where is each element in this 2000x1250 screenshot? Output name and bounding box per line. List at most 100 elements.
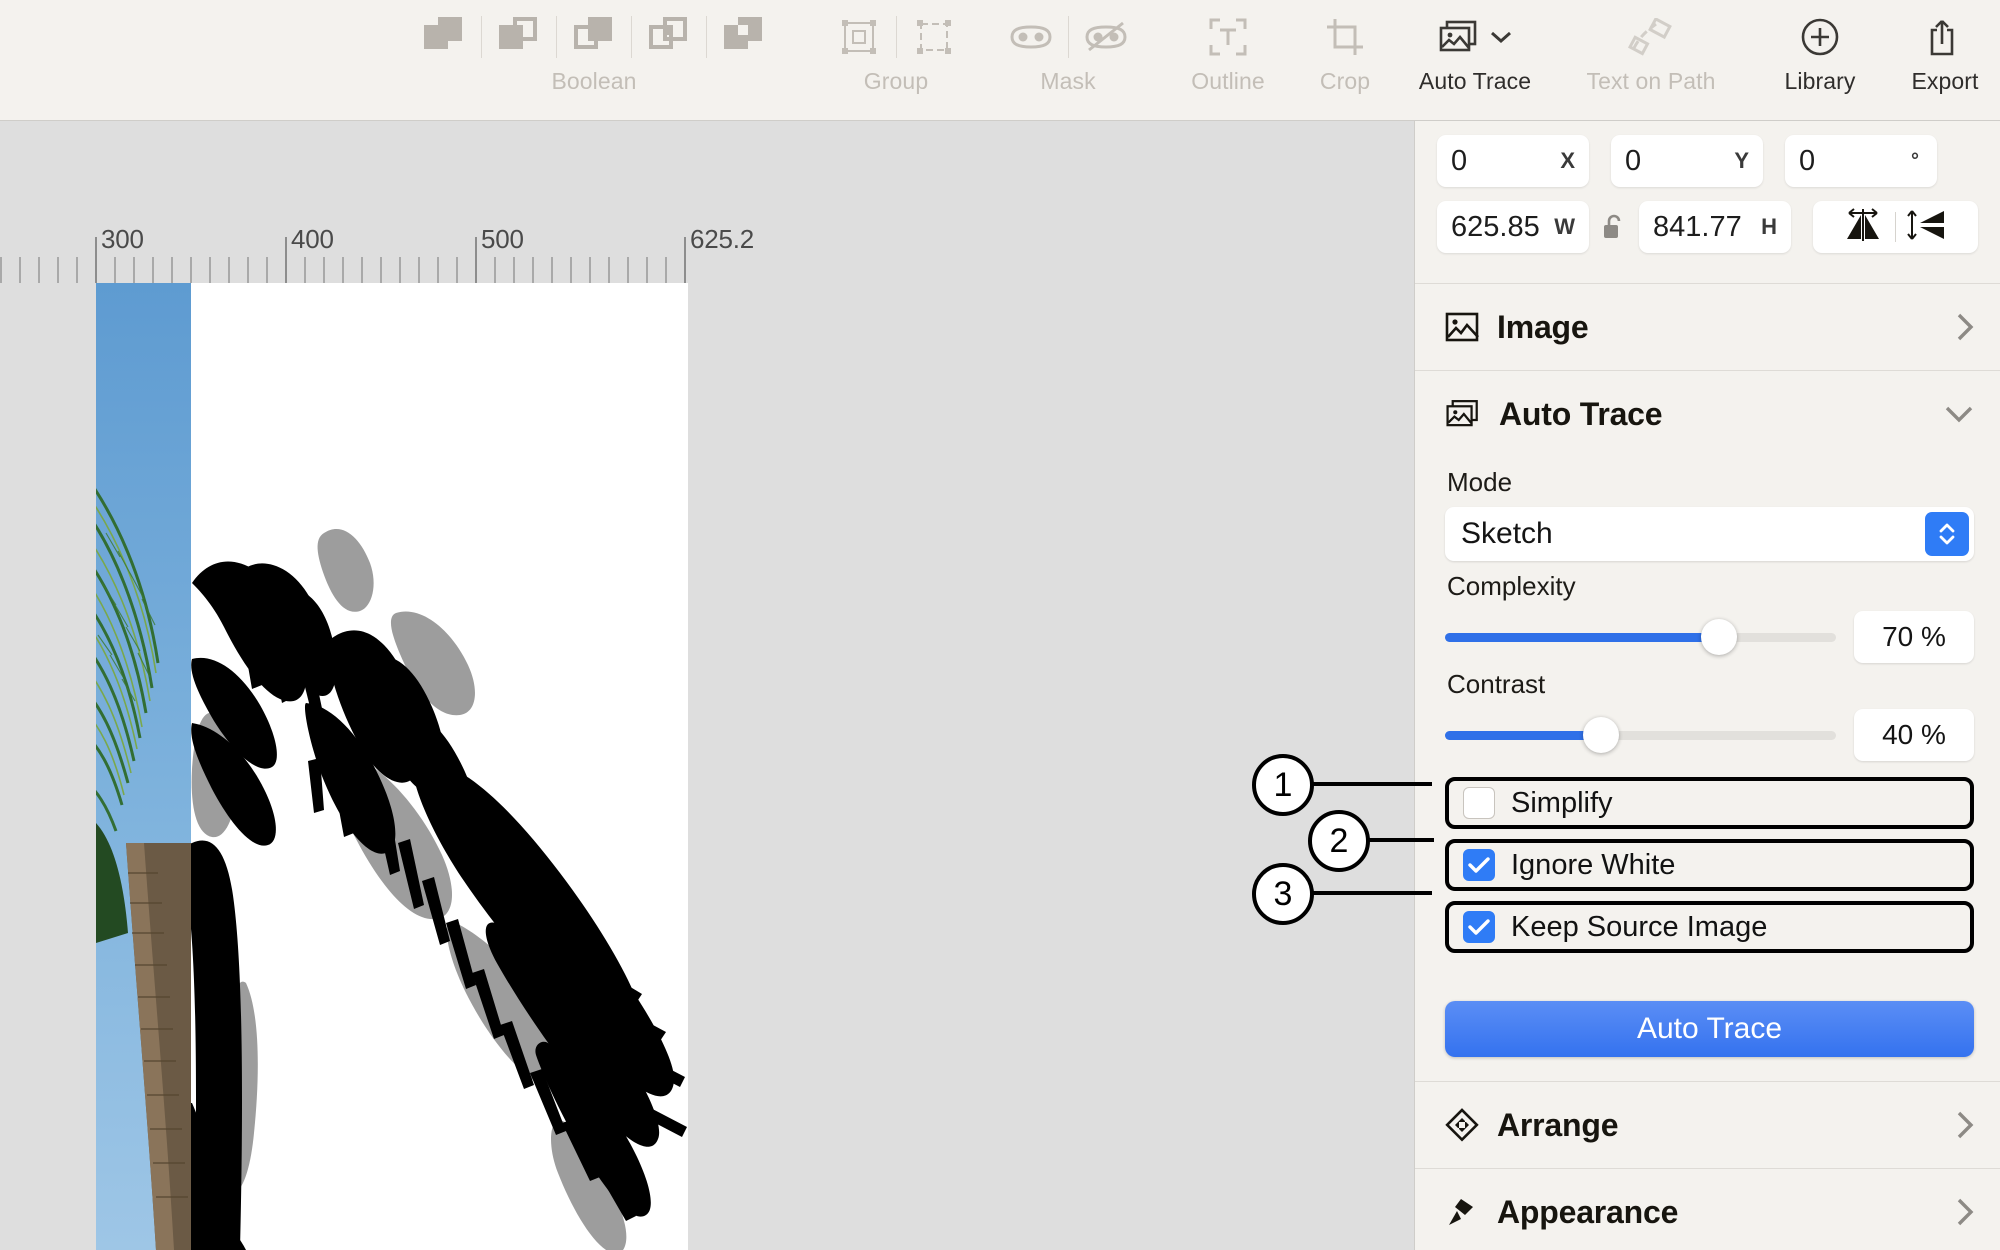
- width-unit-label: W: [1554, 214, 1575, 239]
- arrange-icon: [1445, 1108, 1479, 1142]
- degree-unit-label: °: [1911, 150, 1919, 172]
- size-row: 625.85 W 841.77 H: [1437, 201, 1978, 253]
- chevron-right-icon[interactable]: [1956, 1110, 1974, 1140]
- callout-1: 1: [1252, 754, 1314, 816]
- toolbar-label-boolean: Boolean: [551, 68, 637, 94]
- checkbox-simplify[interactable]: Simplify: [1445, 777, 1974, 829]
- group-icon[interactable]: [833, 11, 885, 63]
- checkbox-keep-source-image[interactable]: Keep Source Image: [1445, 901, 1974, 953]
- checkbox-checked-icon[interactable]: [1463, 911, 1495, 943]
- source-image-strip: [96, 283, 191, 1250]
- section-auto-trace[interactable]: Auto Trace: [1415, 371, 2000, 457]
- chevron-right-icon[interactable]: [1956, 312, 1974, 342]
- toolbar-group-export[interactable]: Export: [1890, 0, 2000, 121]
- section-appearance-title: Appearance: [1497, 1193, 1679, 1230]
- checkbox-unchecked-icon[interactable]: [1463, 787, 1495, 819]
- section-arrange[interactable]: Arrange: [1415, 1082, 2000, 1168]
- flip-controls: [1813, 201, 1978, 253]
- boolean-divide-icon[interactable]: [718, 11, 770, 63]
- ruler-label: 625.2: [690, 224, 755, 254]
- width-field[interactable]: 625.85 W: [1437, 201, 1589, 253]
- app-window: Boolean Group Mask Outline Crop Auto Tra…: [0, 0, 2000, 1250]
- height-value: 841.77: [1653, 210, 1742, 243]
- ungroup-icon[interactable]: [908, 11, 960, 63]
- mask-icon[interactable]: [1005, 11, 1057, 63]
- contrast-value[interactable]: 40 %: [1854, 709, 1974, 761]
- stepper-icon[interactable]: [1925, 512, 1969, 556]
- toolbar-label-mask: Mask: [1040, 68, 1096, 94]
- toolbar-divider: [556, 16, 557, 58]
- section-arrange-title: Arrange: [1497, 1106, 1619, 1143]
- callout-2: 2: [1308, 810, 1370, 872]
- artboard[interactable]: [96, 283, 688, 1250]
- contrast-slider-row: 40 %: [1445, 709, 1974, 761]
- height-field[interactable]: 841.77 H: [1639, 201, 1791, 253]
- callout-3: 3: [1252, 863, 1314, 925]
- checkbox-keep-source-image-label: Keep Source Image: [1511, 910, 1768, 943]
- section-appearance[interactable]: Appearance: [1415, 1169, 2000, 1250]
- unmask-icon[interactable]: [1080, 11, 1132, 63]
- plus-circle-icon[interactable]: [1794, 11, 1846, 63]
- complexity-slider[interactable]: [1445, 619, 1836, 655]
- toolbar-label-library: Library: [1784, 68, 1856, 94]
- y-field[interactable]: 0 Y: [1611, 135, 1763, 187]
- toolbar-divider: [706, 16, 707, 58]
- toolbar-label-auto-trace: Auto Trace: [1418, 68, 1532, 94]
- toolbar-label-export: Export: [1911, 68, 1979, 94]
- checkbox-checked-icon[interactable]: [1463, 849, 1495, 881]
- unlocked-padlock-icon[interactable]: [1601, 213, 1627, 241]
- rotation-value: 0: [1799, 144, 1816, 177]
- appearance-icon: [1449, 1199, 1473, 1225]
- toolbar-group-mask: Mask: [1000, 0, 1136, 121]
- mode-label: Mode: [1447, 467, 1513, 497]
- section-image-title: Image: [1497, 308, 1589, 345]
- mode-select[interactable]: Sketch: [1445, 507, 1974, 561]
- section-image[interactable]: Image: [1415, 284, 2000, 370]
- toolbar-label-outline: Outline: [1191, 68, 1265, 94]
- complexity-value[interactable]: 70 %: [1854, 611, 1974, 663]
- contrast-slider[interactable]: [1445, 717, 1836, 753]
- x-value: 0: [1451, 144, 1468, 177]
- complexity-label: Complexity: [1447, 571, 1576, 601]
- x-field[interactable]: 0 X: [1437, 135, 1589, 187]
- flip-divider: [1895, 212, 1896, 242]
- toolbar-group-outline: Outline: [1168, 0, 1288, 121]
- contrast-slider-thumb[interactable]: [1583, 717, 1620, 753]
- toolbar-group-text-on-path: Text on Path: [1566, 0, 1736, 121]
- boolean-union-icon[interactable]: [418, 11, 470, 63]
- export-icon[interactable]: [1919, 11, 1971, 63]
- flip-horizontal-icon[interactable]: [1841, 207, 1885, 248]
- rotation-field[interactable]: 0 °: [1785, 135, 1937, 187]
- complexity-slider-thumb[interactable]: [1700, 619, 1737, 655]
- flip-vertical-icon[interactable]: [1906, 207, 1950, 248]
- checkbox-ignore-white[interactable]: Ignore White: [1445, 839, 1974, 891]
- boolean-difference-icon[interactable]: [643, 11, 695, 63]
- toolbar-divider: [481, 16, 482, 58]
- width-value: 625.85: [1451, 210, 1540, 243]
- toolbar-divider: [631, 16, 632, 58]
- toolbar-label-group: Group: [863, 68, 929, 94]
- outline-text-icon[interactable]: [1202, 11, 1254, 63]
- toolbar-group-group: Group: [828, 0, 964, 121]
- chevron-right-icon[interactable]: [1956, 1197, 1974, 1227]
- image-icon: [1445, 312, 1479, 342]
- text-on-path-icon[interactable]: [1625, 11, 1677, 63]
- crop-icon[interactable]: [1319, 11, 1371, 63]
- boolean-subtract-icon[interactable]: [493, 11, 545, 63]
- toolbar-group-auto-trace[interactable]: Auto Trace: [1396, 0, 1554, 121]
- auto-trace-icon[interactable]: [1438, 11, 1512, 63]
- auto-trace-button[interactable]: Auto Trace: [1445, 1001, 1974, 1057]
- checkbox-ignore-white-label: Ignore White: [1511, 848, 1676, 881]
- ruler-label: 400: [291, 224, 334, 254]
- auto-trace-body: Mode Sketch Complexity 70 % Contrast 40 …: [1415, 457, 2000, 975]
- height-unit-label: H: [1761, 214, 1777, 239]
- x-unit-label: X: [1560, 148, 1575, 173]
- ruler-label: 500: [481, 224, 524, 254]
- horizontal-ruler[interactable]: 300 400 500 625.2: [0, 220, 1414, 283]
- canvas-area[interactable]: 300 400 500 625.2: [0, 121, 1414, 1250]
- toolbar-label-text-on-path: Text on Path: [1586, 68, 1716, 94]
- boolean-intersect-icon[interactable]: [568, 11, 620, 63]
- complexity-slider-row: 70 %: [1445, 611, 1974, 663]
- chevron-down-icon[interactable]: [1944, 404, 1974, 424]
- toolbar-group-library[interactable]: Library: [1760, 0, 1880, 121]
